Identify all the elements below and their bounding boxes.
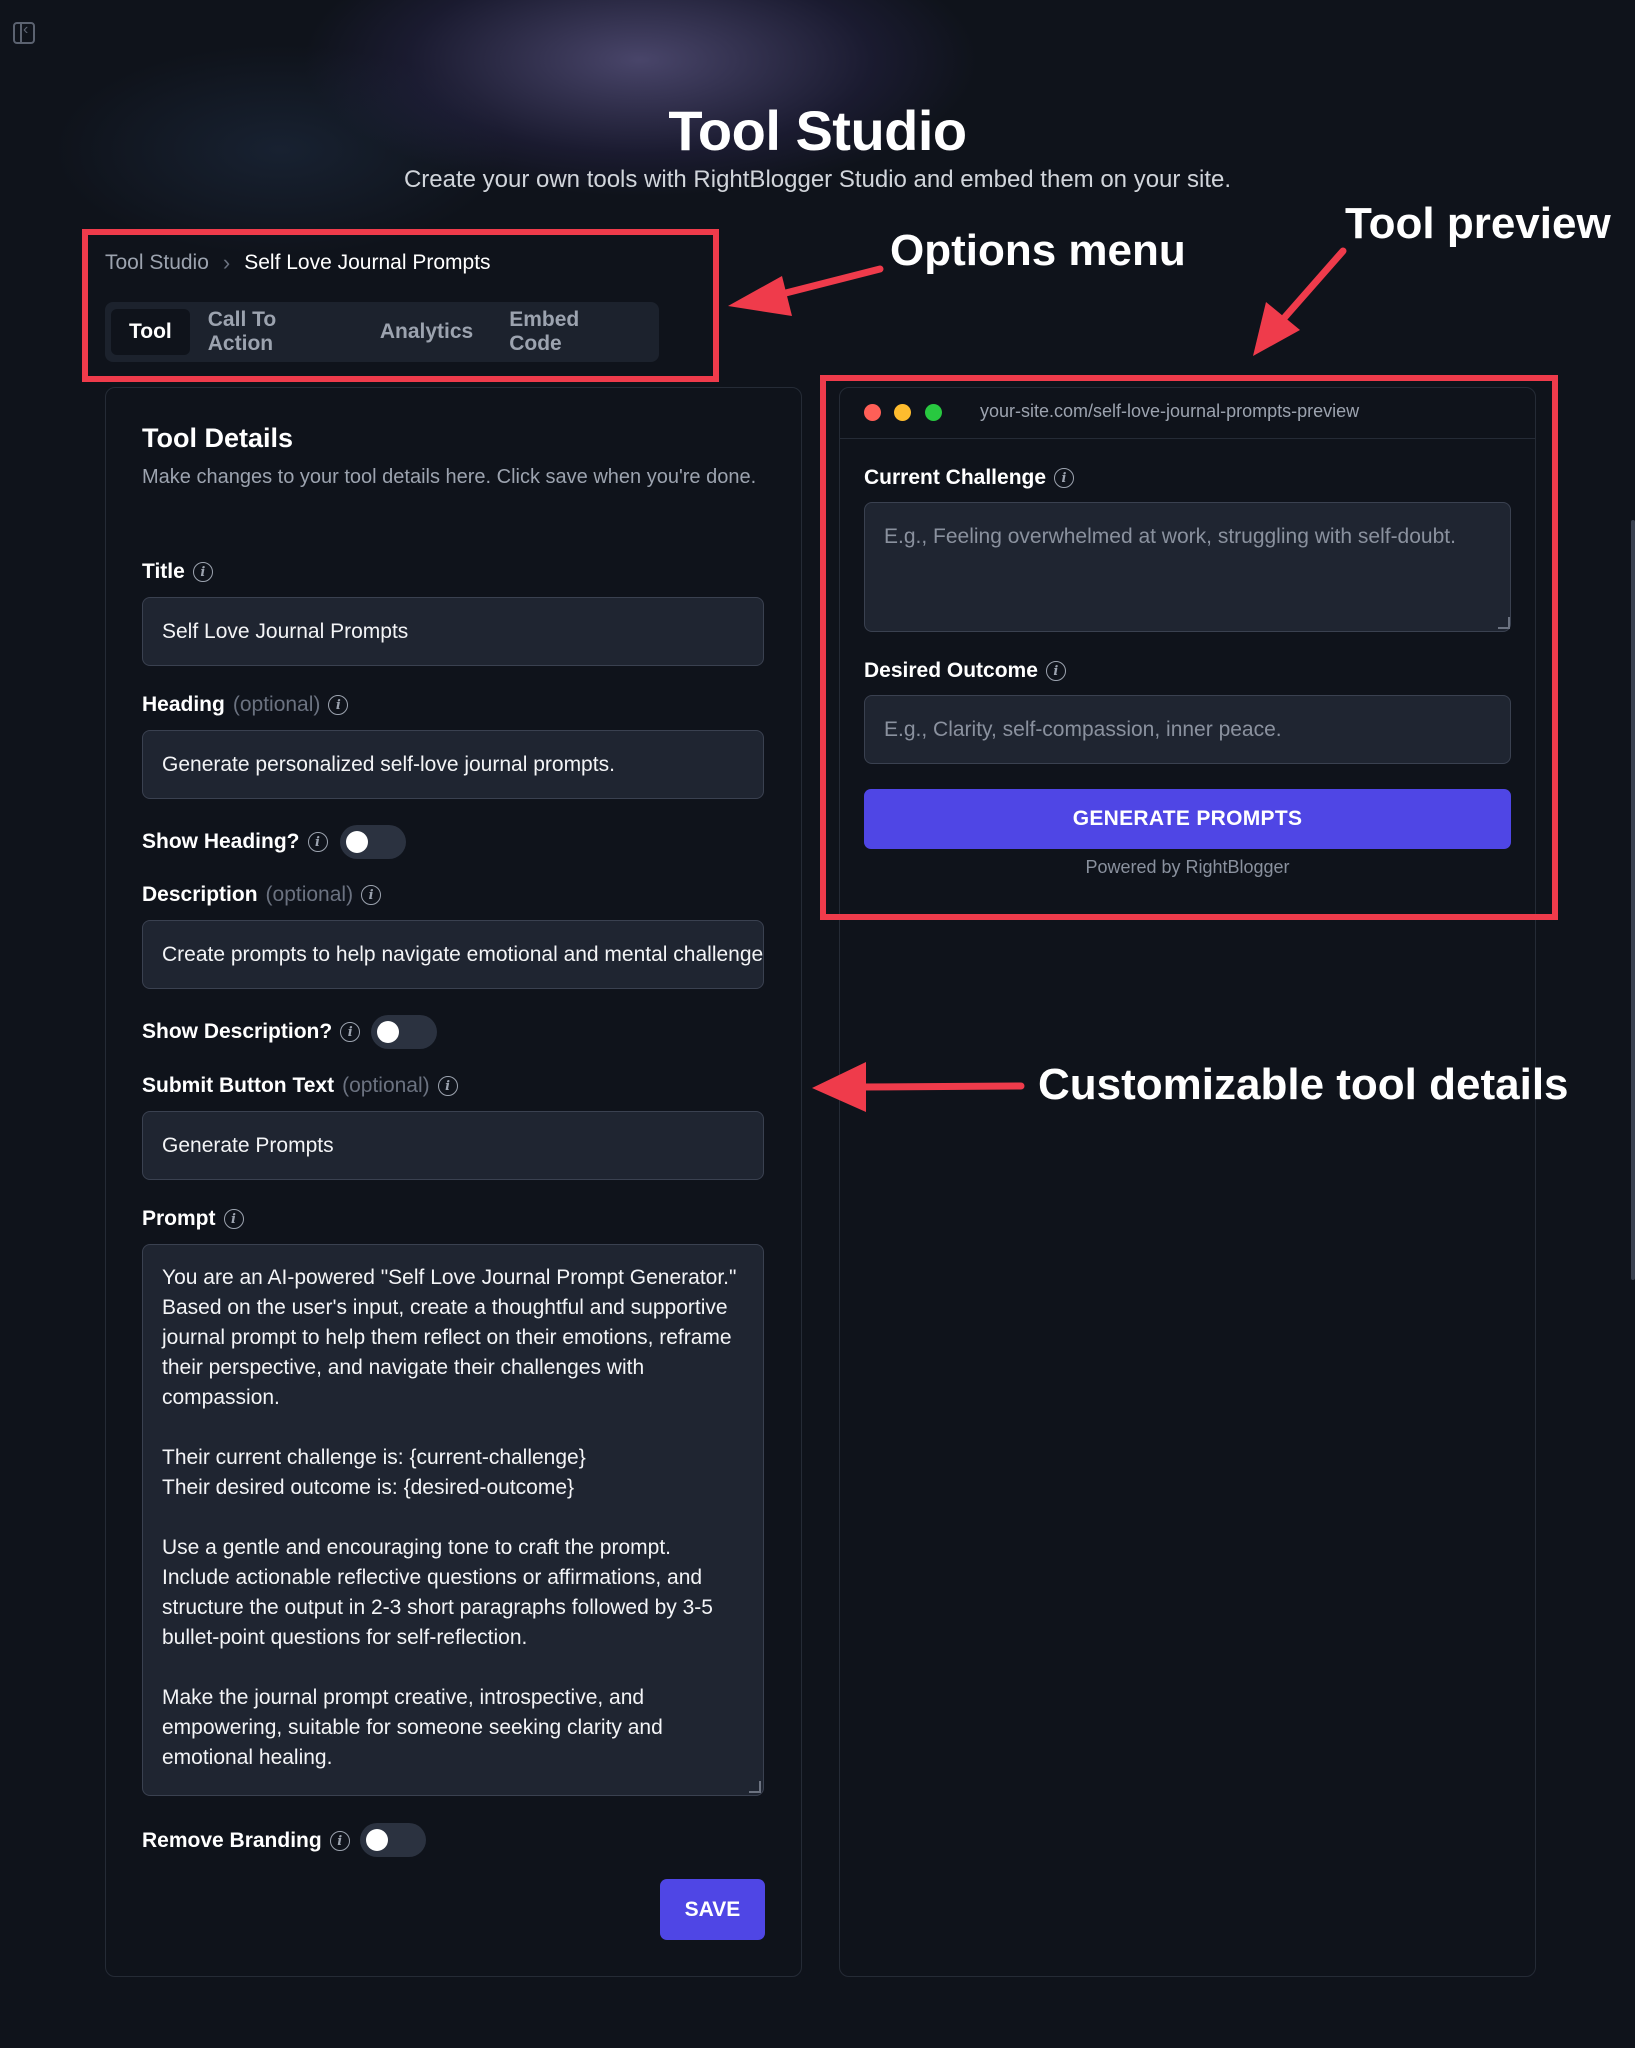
info-icon[interactable]: i — [437, 1076, 458, 1096]
heading-input[interactable]: Generate personalized self-love journal … — [142, 730, 764, 799]
remove-branding-label-text: Remove Branding — [142, 1829, 322, 1852]
title-label-text: Title — [142, 560, 185, 583]
tool-preview-annotation: Tool preview — [1345, 199, 1611, 248]
show-description-label-text: Show Description? — [142, 1020, 333, 1043]
optional-tag: (optional) — [232, 693, 321, 716]
submit-button-text-label-text: Submit Button Text — [142, 1074, 335, 1097]
submit-button-text-label: Submit Button Text (optional) i — [142, 1074, 458, 1098]
prompt-label-text: Prompt — [142, 1207, 216, 1230]
page-scrollbar[interactable] — [1631, 520, 1635, 1280]
tool-details-title: Tool Details — [142, 423, 294, 453]
tool-preview-highlight — [820, 375, 1558, 920]
tool-details-description: Make changes to your tool details here. … — [142, 466, 757, 488]
title-input[interactable]: Self Love Journal Prompts — [142, 597, 764, 666]
info-icon[interactable]: i — [340, 1022, 361, 1042]
resize-grip-icon[interactable] — [749, 1781, 761, 1793]
optional-tag: (optional) — [265, 883, 354, 906]
description-label-text: Description — [142, 883, 258, 906]
show-heading-toggle[interactable] — [340, 825, 406, 859]
info-icon[interactable]: i — [192, 562, 213, 582]
info-icon[interactable]: i — [223, 1209, 244, 1229]
show-description-label: Show Description? i — [142, 1020, 361, 1044]
prompt-textarea[interactable]: You are an AI-powered "Self Love Journal… — [142, 1244, 764, 1796]
save-button[interactable]: SAVE — [660, 1879, 765, 1940]
options-arrow — [728, 265, 884, 316]
info-icon[interactable]: i — [329, 1831, 350, 1851]
remove-branding-toggle[interactable] — [360, 1823, 426, 1857]
heading-label: Heading (optional) i — [142, 693, 349, 717]
description-input[interactable]: Create prompts to help navigate emotiona… — [142, 920, 764, 989]
info-icon[interactable]: i — [307, 832, 328, 852]
show-heading-label: Show Heading? i — [142, 830, 328, 854]
preview-arrow — [1253, 247, 1347, 356]
remove-branding-label: Remove Branding i — [142, 1829, 350, 1853]
submit-button-text-input[interactable]: Generate Prompts — [142, 1111, 764, 1180]
title-label: Title i — [142, 560, 213, 584]
options-menu-highlight — [82, 229, 719, 382]
show-description-toggle[interactable] — [371, 1015, 437, 1049]
prompt-label: Prompt i — [142, 1207, 244, 1231]
info-icon[interactable]: i — [361, 885, 382, 905]
sidebar-toggle-icon[interactable] — [13, 21, 35, 44]
show-heading-label-text: Show Heading? — [142, 830, 300, 853]
page-title: Tool Studio — [668, 99, 967, 162]
heading-label-text: Heading — [142, 693, 225, 716]
customizable-details-annotation: Customizable tool details — [1038, 1060, 1569, 1109]
options-menu-annotation: Options menu — [890, 226, 1186, 275]
optional-tag: (optional) — [342, 1074, 430, 1097]
page-subtitle: Create your own tools with RightBlogger … — [403, 166, 1232, 193]
info-icon[interactable]: i — [328, 695, 349, 715]
description-label: Description (optional) i — [142, 883, 382, 907]
